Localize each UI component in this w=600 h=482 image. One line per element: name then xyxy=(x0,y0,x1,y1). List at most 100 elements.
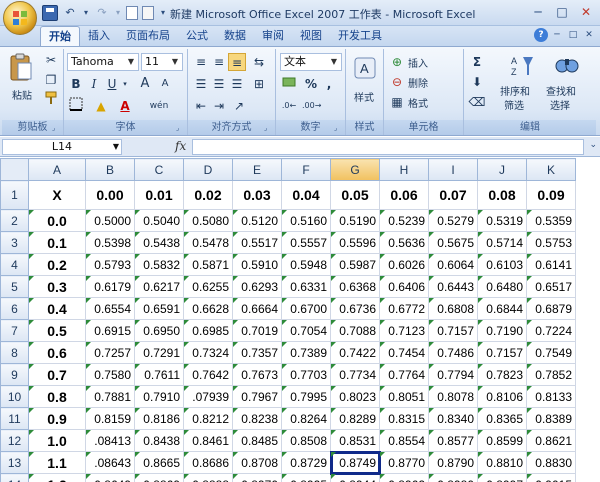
column-header-h[interactable]: H xyxy=(379,158,429,181)
cell-f4[interactable]: 0.5948 xyxy=(281,253,331,276)
cell-c14[interactable]: 0.8869 xyxy=(134,473,184,482)
cell-i8[interactable]: 0.7486 xyxy=(428,341,478,364)
cell-j8[interactable]: 0.7157 xyxy=(477,341,527,364)
row-header[interactable]: 11 xyxy=(0,407,29,430)
autosum-icon[interactable]: Σ xyxy=(468,53,486,71)
font-size-combo[interactable]: 11 ▼ xyxy=(141,53,183,71)
tab-review[interactable]: 审阅 xyxy=(254,26,292,46)
align-left-icon[interactable]: ☰ xyxy=(192,75,210,93)
cell-e2[interactable]: 0.5120 xyxy=(232,209,282,232)
tab-data[interactable]: 数据 xyxy=(216,26,254,46)
cell-d14[interactable]: 0.8888 xyxy=(183,473,233,482)
cell-b7[interactable]: 0.6915 xyxy=(85,319,135,342)
cell-e11[interactable]: 0.8238 xyxy=(232,407,282,430)
row-header[interactable]: 4 xyxy=(0,253,29,276)
cell-i6[interactable]: 0.6808 xyxy=(428,297,478,320)
cell-b10[interactable]: 0.7881 xyxy=(85,385,135,408)
cell-g13[interactable]: 0.8749 xyxy=(329,450,381,475)
cell-f7[interactable]: 0.7054 xyxy=(281,319,331,342)
align-center-icon[interactable]: ☰ xyxy=(210,75,228,93)
cell-c5[interactable]: 0.6217 xyxy=(134,275,184,298)
cell-b13[interactable]: .08643 xyxy=(85,451,135,474)
cell-d9[interactable]: 0.7642 xyxy=(183,363,233,386)
row-header[interactable]: 13 xyxy=(0,451,29,474)
name-box[interactable]: L14 ▼ xyxy=(2,139,122,155)
cell-i14[interactable]: 0.8980 xyxy=(428,473,478,482)
cell-a13[interactable]: 1.1 xyxy=(28,451,86,474)
cell-i12[interactable]: 0.8577 xyxy=(428,429,478,452)
cell-e5[interactable]: 0.6293 xyxy=(232,275,282,298)
cell-k1[interactable]: 0.09 xyxy=(526,180,576,210)
print-preview-icon[interactable] xyxy=(126,6,138,20)
cell-j11[interactable]: 0.8365 xyxy=(477,407,527,430)
cell-h14[interactable]: 0.8962 xyxy=(379,473,429,482)
cell-j2[interactable]: 0.5319 xyxy=(477,209,527,232)
underline-button[interactable]: U xyxy=(103,75,121,93)
cell-b4[interactable]: 0.5793 xyxy=(85,253,135,276)
cell-k8[interactable]: 0.7549 xyxy=(526,341,576,364)
delete-cells-button[interactable]: 删除 xyxy=(408,75,428,90)
row-header[interactable]: 5 xyxy=(0,275,29,298)
cell-a5[interactable]: 0.3 xyxy=(28,275,86,298)
cell-i4[interactable]: 0.6064 xyxy=(428,253,478,276)
cell-c13[interactable]: 0.8665 xyxy=(134,451,184,474)
cell-i11[interactable]: 0.8340 xyxy=(428,407,478,430)
cell-g8[interactable]: 0.7422 xyxy=(330,341,380,364)
cell-k14[interactable]: 0.9015 xyxy=(526,473,576,482)
find-select-label-2[interactable]: 选择 xyxy=(550,97,570,112)
cell-g3[interactable]: 0.5596 xyxy=(330,231,380,254)
cell-h13[interactable]: 0.8770 xyxy=(379,451,429,474)
cell-h10[interactable]: 0.8051 xyxy=(379,385,429,408)
row-header[interactable]: 10 xyxy=(0,385,29,408)
customize-qat-icon[interactable]: ▾ xyxy=(158,5,168,21)
column-header-f[interactable]: F xyxy=(281,158,331,181)
cell-a10[interactable]: 0.8 xyxy=(28,385,86,408)
cell-b14[interactable]: 0.8649 xyxy=(85,473,135,482)
cell-e9[interactable]: 0.7673 xyxy=(232,363,282,386)
cell-k2[interactable]: 0.5359 xyxy=(526,209,576,232)
cell-f3[interactable]: 0.5557 xyxy=(281,231,331,254)
cut-icon[interactable]: ✂ xyxy=(42,51,60,69)
cell-g11[interactable]: 0.8289 xyxy=(330,407,380,430)
cell-a12[interactable]: 1.0 xyxy=(28,429,86,452)
decrease-indent-icon[interactable]: ⇤ xyxy=(192,97,210,115)
cell-c3[interactable]: 0.5438 xyxy=(134,231,184,254)
italic-button[interactable]: I xyxy=(85,75,103,93)
cell-e13[interactable]: 0.8708 xyxy=(232,451,282,474)
workbook-minimize-button[interactable]: ─ xyxy=(550,28,564,42)
cell-i1[interactable]: 0.07 xyxy=(428,180,478,210)
align-right-icon[interactable]: ☰ xyxy=(228,75,246,93)
alignment-launcher-icon[interactable]: ⌟ xyxy=(264,124,273,133)
number-launcher-icon[interactable]: ⌟ xyxy=(334,124,343,133)
row-header[interactable]: 7 xyxy=(0,319,29,342)
redo-icon[interactable]: ↷ xyxy=(94,5,110,21)
cell-g2[interactable]: 0.5190 xyxy=(330,209,380,232)
insert-cells-icon[interactable]: ⊕ xyxy=(388,53,406,71)
align-middle-icon[interactable]: ≡ xyxy=(210,53,228,71)
cell-c2[interactable]: 0.5040 xyxy=(134,209,184,232)
cell-a3[interactable]: 0.1 xyxy=(28,231,86,254)
cell-k6[interactable]: 0.6879 xyxy=(526,297,576,320)
cell-e4[interactable]: 0.5910 xyxy=(232,253,282,276)
close-button[interactable]: ✕ xyxy=(574,3,598,21)
cell-i9[interactable]: 0.7794 xyxy=(428,363,478,386)
insert-function-icon[interactable]: fx xyxy=(175,139,186,153)
cell-j14[interactable]: 0.8997 xyxy=(477,473,527,482)
column-header-k[interactable]: K xyxy=(526,158,576,181)
cell-k13[interactable]: 0.8830 xyxy=(526,451,576,474)
cell-f10[interactable]: 0.7995 xyxy=(281,385,331,408)
cell-a9[interactable]: 0.7 xyxy=(28,363,86,386)
undo-dropdown-icon[interactable]: ▾ xyxy=(82,5,90,21)
cell-g7[interactable]: 0.7088 xyxy=(330,319,380,342)
cell-j7[interactable]: 0.7190 xyxy=(477,319,527,342)
cell-b5[interactable]: 0.6179 xyxy=(85,275,135,298)
redo-dropdown-icon[interactable]: ▾ xyxy=(114,5,122,21)
workbook-close-button[interactable]: ✕ xyxy=(582,28,596,42)
tab-formulas[interactable]: 公式 xyxy=(178,26,216,46)
cell-g4[interactable]: 0.5987 xyxy=(330,253,380,276)
cell-k3[interactable]: 0.5753 xyxy=(526,231,576,254)
spelling-icon[interactable] xyxy=(142,6,154,20)
cell-e10[interactable]: 0.7967 xyxy=(232,385,282,408)
cell-j12[interactable]: 0.8599 xyxy=(477,429,527,452)
decrease-decimal-icon[interactable]: .00→ xyxy=(302,97,321,115)
